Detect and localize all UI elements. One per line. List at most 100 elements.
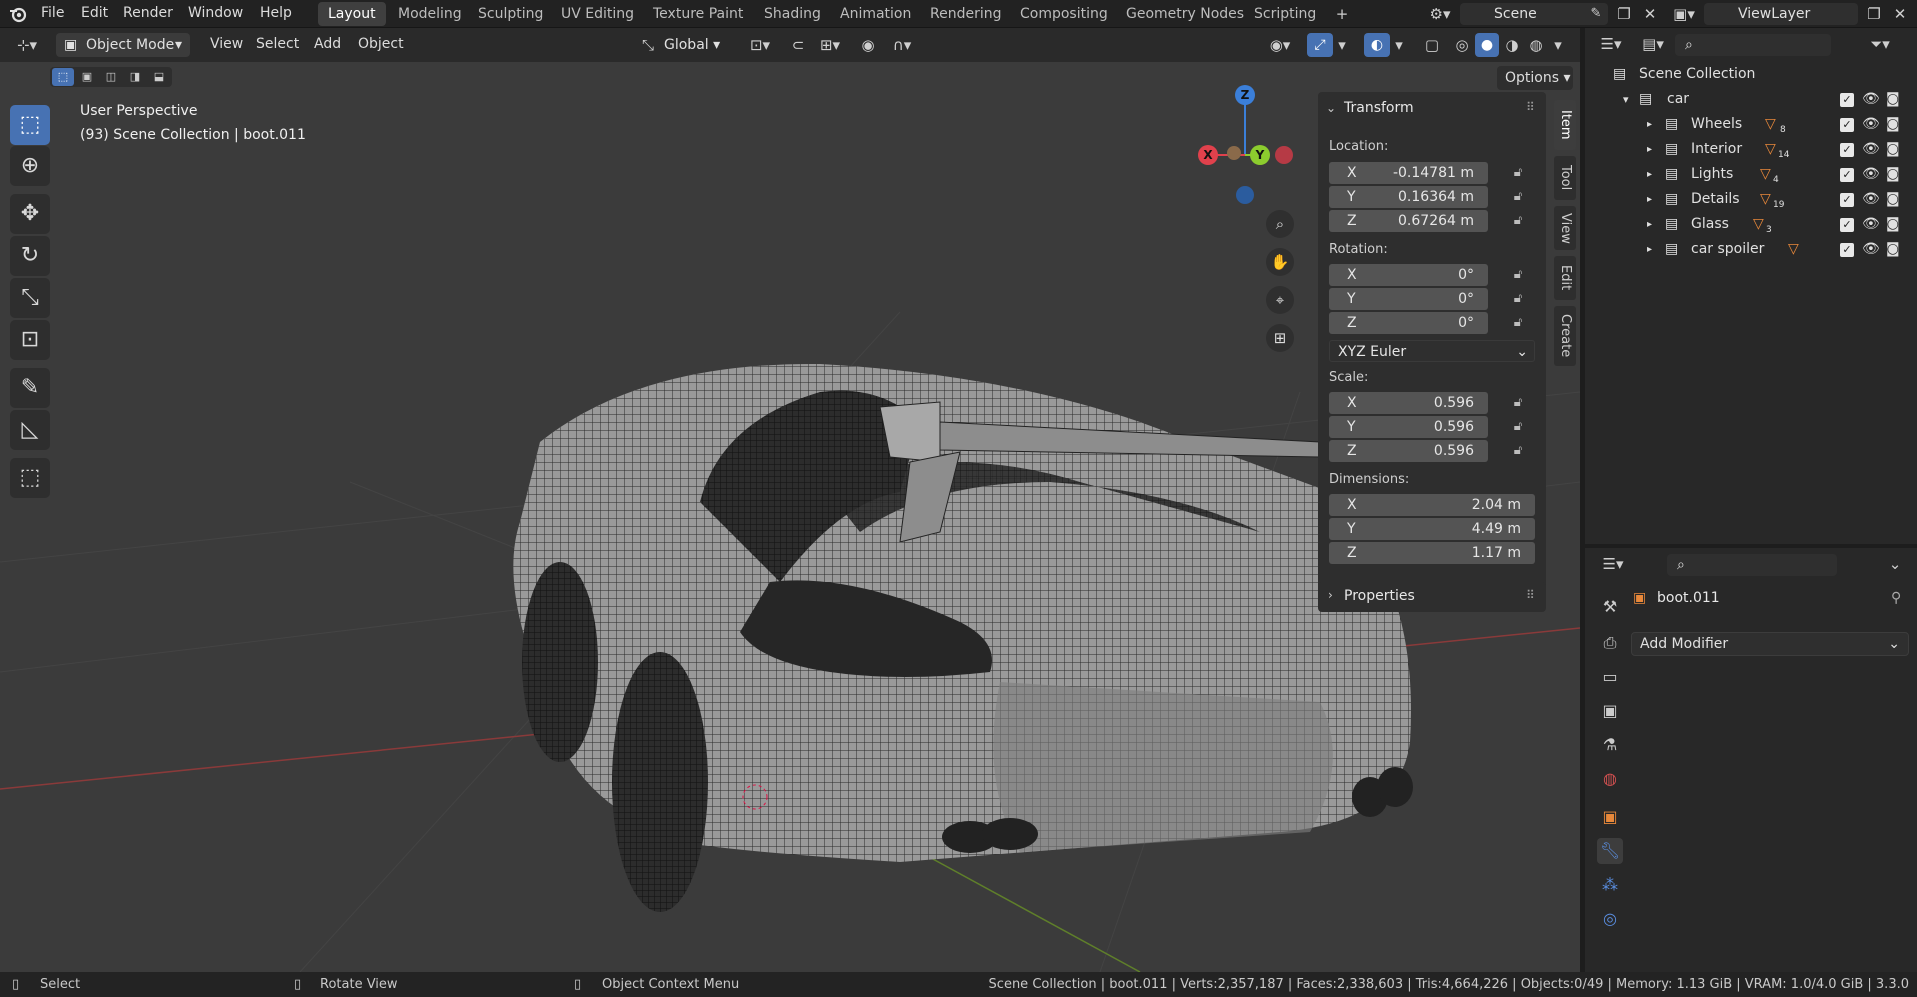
- dimensions-x-field[interactable]: X 2.04 m: [1329, 494, 1535, 516]
- options-dropdown[interactable]: Options ▾: [1497, 66, 1573, 90]
- tab-view[interactable]: View: [1554, 206, 1576, 250]
- tool-properties-icon[interactable]: ⚒: [1597, 594, 1623, 620]
- gizmo-y-axis[interactable]: Y: [1250, 145, 1270, 165]
- transform-tool-icon[interactable]: ⊡: [10, 320, 50, 360]
- tab-edit[interactable]: Edit: [1554, 256, 1576, 300]
- perspective-toggle-icon[interactable]: ⊞: [1266, 324, 1294, 352]
- select-subtract-icon[interactable]: ◫: [100, 68, 122, 86]
- rotation-z-field[interactable]: Z 0°: [1329, 312, 1488, 334]
- lock-icon[interactable]: 🔓︎: [1509, 314, 1527, 332]
- exclude-checkbox[interactable]: ✓: [1840, 168, 1854, 182]
- add-modifier-dropdown[interactable]: Add Modifier ⌄: [1631, 632, 1909, 656]
- tab-layout[interactable]: Layout: [318, 2, 386, 26]
- editor-type-icon[interactable]: ⊹▾: [8, 33, 46, 57]
- location-x-field[interactable]: X -0.14781 m: [1329, 162, 1488, 184]
- outliner-row-scene-collection[interactable]: ▤ Scene Collection: [1585, 62, 1917, 87]
- object-properties-icon[interactable]: ▣: [1597, 804, 1623, 830]
- transform-panel-title[interactable]: Transform: [1344, 100, 1414, 116]
- outliner-row-details[interactable]: ▸ ▤ Details ▽ 19 ✓ 👁︎ ◙: [1585, 187, 1917, 212]
- chevron-down-icon[interactable]: ⌄: [1326, 101, 1336, 115]
- visibility-icon[interactable]: ◉▾: [1262, 33, 1298, 57]
- material-shading-icon[interactable]: ◑: [1500, 33, 1524, 57]
- view-layer-properties-icon[interactable]: ▣: [1597, 698, 1623, 724]
- pin-scene-icon[interactable]: ✎: [1586, 2, 1606, 26]
- chevron-down-icon[interactable]: ▾: [1550, 33, 1566, 57]
- output-properties-icon[interactable]: ▭: [1597, 664, 1623, 690]
- view-layer-field[interactable]: ViewLayer: [1704, 3, 1858, 25]
- exclude-checkbox[interactable]: ✓: [1840, 93, 1854, 107]
- lock-icon[interactable]: 🔓︎: [1509, 290, 1527, 308]
- overlays-toggle-icon[interactable]: ◐: [1364, 33, 1390, 57]
- menu-object[interactable]: Object: [350, 31, 412, 59]
- lock-icon[interactable]: 🔓︎: [1509, 188, 1527, 206]
- solid-shading-icon[interactable]: ●: [1475, 33, 1499, 57]
- outliner-row-lights[interactable]: ▸ ▤ Lights ▽ 4 ✓ 👁︎ ◙: [1585, 162, 1917, 187]
- orientation-selector[interactable]: Global ▾: [664, 33, 720, 57]
- world-properties-icon[interactable]: ◍: [1597, 766, 1623, 792]
- wireframe-shading-icon[interactable]: ◎: [1450, 33, 1474, 57]
- exclude-checkbox[interactable]: ✓: [1840, 218, 1854, 232]
- chevron-down-icon[interactable]: ▾: [1391, 33, 1407, 57]
- move-tool-icon[interactable]: ✥: [10, 194, 50, 234]
- scene-properties-icon[interactable]: ⚗: [1597, 732, 1623, 758]
- outliner-row-interior[interactable]: ▸ ▤ Interior ▽ 14 ✓ 👁︎ ◙: [1585, 137, 1917, 162]
- menu-file[interactable]: File: [33, 0, 72, 28]
- scale-y-field[interactable]: Y 0.596: [1329, 416, 1488, 438]
- camera-view-icon[interactable]: ⌖: [1266, 286, 1294, 314]
- tab-sculpting[interactable]: Sculpting: [468, 2, 553, 26]
- annotate-tool-icon[interactable]: ✎: [10, 368, 50, 408]
- rotation-mode-dropdown[interactable]: XYZ Euler ⌄: [1329, 340, 1535, 362]
- chevron-down-icon[interactable]: ▾: [1334, 33, 1350, 57]
- exclude-checkbox[interactable]: ✓: [1840, 243, 1854, 257]
- dimensions-z-field[interactable]: Z 1.17 m: [1329, 542, 1535, 564]
- physics-properties-icon[interactable]: ◎: [1597, 906, 1623, 932]
- tab-tool[interactable]: Tool: [1554, 156, 1576, 200]
- exclude-checkbox[interactable]: ✓: [1840, 118, 1854, 132]
- exclude-checkbox[interactable]: ✓: [1840, 143, 1854, 157]
- dimensions-y-field[interactable]: Y 4.49 m: [1329, 518, 1535, 540]
- tab-compositing[interactable]: Compositing: [1010, 2, 1118, 26]
- select-intersect-icon[interactable]: ⬓: [148, 68, 170, 86]
- pan-hand-icon[interactable]: ✋: [1266, 248, 1294, 276]
- measure-tool-icon[interactable]: ◺: [10, 410, 50, 450]
- add-cube-tool-icon[interactable]: ⬚: [10, 458, 50, 498]
- properties-panel-header[interactable]: › Properties ⠿: [1318, 582, 1546, 612]
- lock-icon[interactable]: 🔓︎: [1509, 442, 1527, 460]
- menu-help[interactable]: Help: [252, 0, 300, 28]
- select-box-tool-icon[interactable]: ⬚: [10, 105, 50, 145]
- tab-rendering[interactable]: Rendering: [920, 2, 1012, 26]
- lock-icon[interactable]: 🔓︎: [1509, 164, 1527, 182]
- zoom-icon[interactable]: ⌕: [1266, 210, 1294, 238]
- gizmo-neg-z-ball[interactable]: [1236, 186, 1254, 204]
- select-new-icon[interactable]: ⬚: [52, 68, 74, 86]
- exclude-checkbox[interactable]: ✓: [1840, 193, 1854, 207]
- gizmo-neg-x-ball[interactable]: [1227, 146, 1241, 160]
- chevron-down-icon[interactable]: ⌄: [1885, 552, 1905, 576]
- tab-uv-editing[interactable]: UV Editing: [551, 2, 644, 26]
- rotation-x-field[interactable]: X 0°: [1329, 264, 1488, 286]
- tab-animation[interactable]: Animation: [830, 2, 921, 26]
- scene-selector-icon[interactable]: ⚙▾: [1424, 2, 1456, 26]
- scale-tool-icon[interactable]: ⤡: [10, 278, 50, 318]
- lock-icon[interactable]: 🔓︎: [1509, 394, 1527, 412]
- snap-toggle-icon[interactable]: ⊂: [786, 33, 810, 57]
- xray-toggle-icon[interactable]: ▢: [1420, 33, 1444, 57]
- tab-create[interactable]: Create: [1554, 306, 1576, 366]
- rotation-y-field[interactable]: Y 0°: [1329, 288, 1488, 310]
- lock-icon[interactable]: 🔓︎: [1509, 266, 1527, 284]
- tab-texture-paint[interactable]: Texture Paint: [643, 2, 753, 26]
- pin-icon[interactable]: ⚲: [1891, 590, 1901, 606]
- location-y-field[interactable]: Y 0.16364 m: [1329, 186, 1488, 208]
- cursor-tool-icon[interactable]: ⊕: [10, 146, 50, 186]
- menu-edit[interactable]: Edit: [73, 0, 116, 28]
- drag-handle-icon[interactable]: ⠿: [1526, 100, 1535, 114]
- gizmo-neg-y-ball[interactable]: [1275, 146, 1293, 164]
- tab-geometry-nodes[interactable]: Geometry Nodes: [1116, 2, 1254, 26]
- editor-type-icon[interactable]: ☰▾: [1595, 552, 1631, 576]
- outliner-row-wheels[interactable]: ▸ ▤ Wheels ▽ 8 ✓ 👁︎ ◙: [1585, 112, 1917, 137]
- new-view-layer-icon[interactable]: ❐: [1862, 2, 1886, 26]
- menu-view[interactable]: View: [202, 31, 251, 59]
- proportional-edit-icon[interactable]: ◉: [856, 33, 880, 57]
- view-layer-selector-icon[interactable]: ▣▾: [1668, 2, 1700, 26]
- menu-render[interactable]: Render: [115, 0, 181, 28]
